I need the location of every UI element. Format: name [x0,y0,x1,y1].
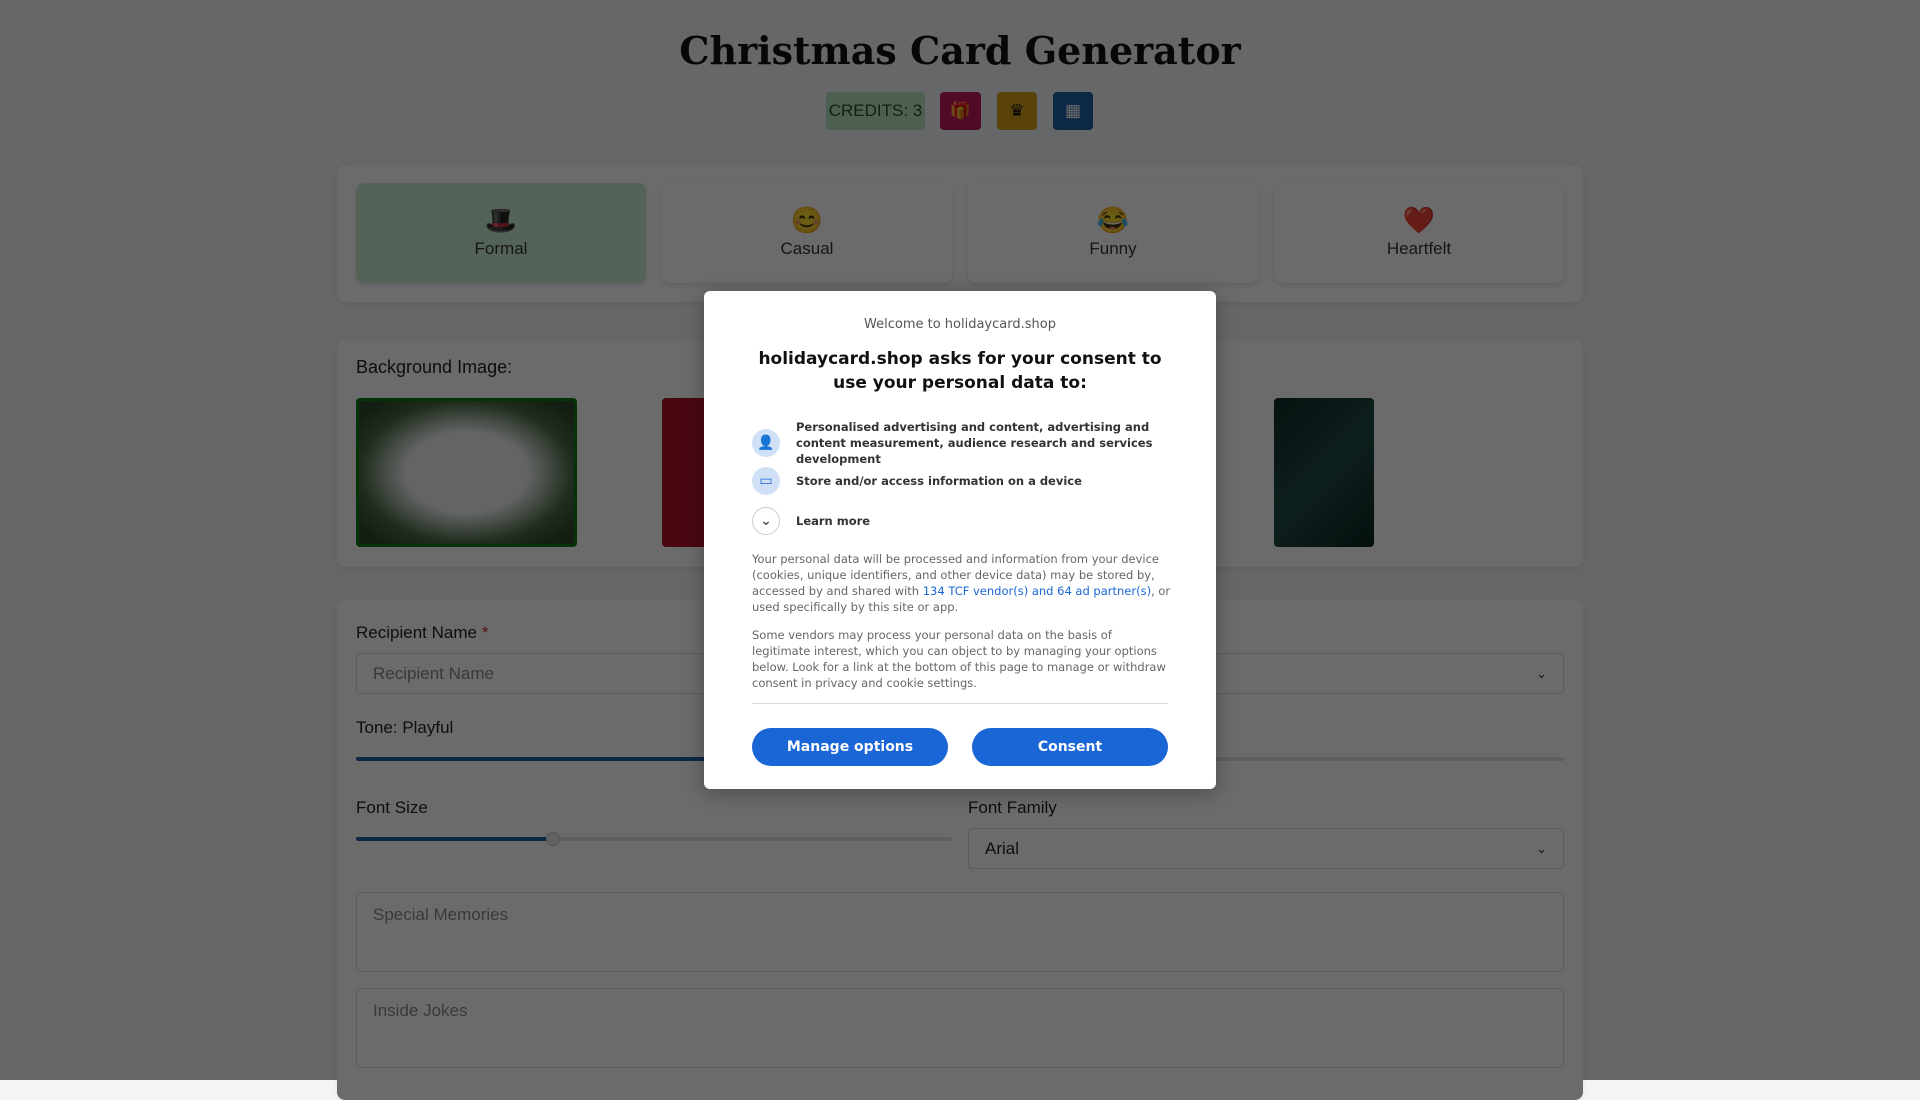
chevron-down-icon: ⌄ [752,507,780,535]
consent-title: holidaycard.shop asks for your consent t… [758,349,1162,393]
heart-icon: ❤️ [1402,205,1436,235]
divider [752,703,1168,704]
credits-badge: CREDITS: 3 [826,92,925,130]
gift-button[interactable]: 🎁 [940,92,981,130]
crown-icon: ♛ [1009,101,1025,120]
slider-thumb[interactable] [545,832,560,846]
learn-more-toggle[interactable]: ⌄ Learn more [752,507,1176,535]
laugh-icon: 😂 [1096,205,1130,235]
manage-options-button[interactable]: Manage options [752,728,948,766]
page-title: Christmas Card Generator [679,28,1241,73]
font-size-label: Font Size [356,798,428,817]
consent-dialog: Welcome to holidaycard.shop holidaycard.… [704,291,1216,789]
inside-jokes-textarea[interactable]: Inside Jokes [356,988,1564,1068]
person-icon: 👤 [752,429,780,457]
devices-icon: ▭ [752,467,780,495]
consent-button[interactable]: Consent [972,728,1168,766]
tone-funny[interactable]: 😂 Funny [968,183,1258,283]
gift-icon: 🎁 [949,101,972,120]
font-family-select[interactable]: Arial ⌄ [968,828,1564,869]
font-size-slider[interactable] [356,832,952,846]
consent-welcome: Welcome to holidaycard.shop [864,317,1056,332]
tone-label: Funny [1089,239,1137,258]
recipient-label: Recipient Name * [356,623,489,642]
smile-icon: 😊 [790,205,824,235]
chevron-down-icon: ⌄ [1536,665,1547,681]
font-family-label: Font Family [968,798,1057,817]
tone-formal[interactable]: 🎩 Formal [356,183,646,283]
special-memories-textarea[interactable]: Special Memories [356,892,1564,972]
background-option-pine[interactable] [1274,398,1374,547]
tone-label: Heartfelt [1386,239,1452,258]
background-label: Background Image: [356,357,513,377]
purpose-personalised: 👤 Personalised advertising and content, a… [752,419,1176,467]
tone-slider-label: Tone: Playful [356,718,454,737]
calendar-icon: ▦ [1064,101,1082,120]
calendar-button[interactable]: ▦ [1053,92,1093,130]
required-mark: * [481,623,489,642]
purpose-storage: ▭ Store and/or access information on a de… [752,467,1176,495]
background-option-wreath[interactable] [356,398,577,547]
font-family-value: Arial [985,838,1020,858]
chevron-down-icon: ⌄ [1536,840,1547,856]
tone-casual[interactable]: 😊 Casual [662,183,952,283]
consent-paragraph-2: Some vendors may process your personal d… [752,628,1166,690]
tone-label: Formal [474,239,528,258]
consent-paragraph-1: Your personal data will be processed and… [752,552,1171,614]
tone-heartfelt[interactable]: ❤️ Heartfelt [1274,183,1564,283]
top-hat-icon: 🎩 [484,205,518,235]
vendors-link[interactable]: 134 TCF vendor(s) and 64 ad partner(s) [923,584,1151,598]
tone-label: Casual [780,239,834,258]
premium-button[interactable]: ♛ [997,92,1037,130]
